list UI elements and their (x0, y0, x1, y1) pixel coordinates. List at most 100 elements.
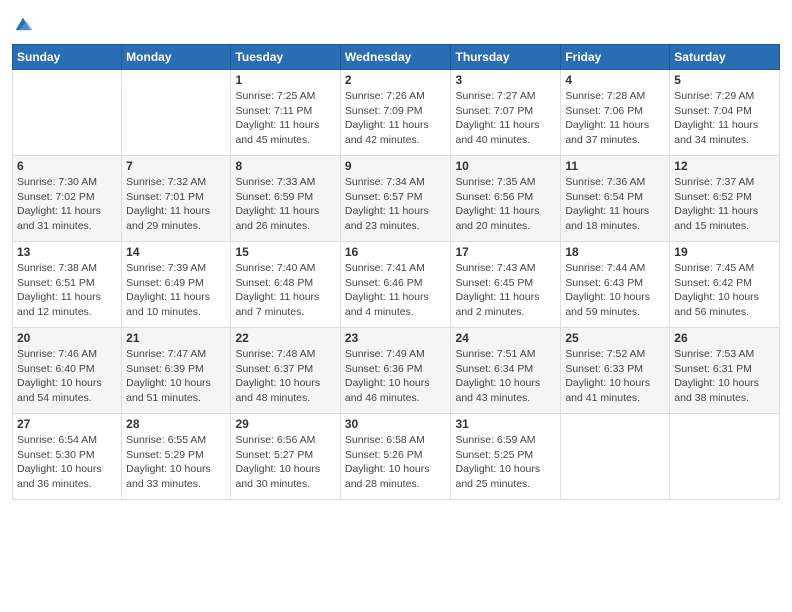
day-info: Sunrise: 6:58 AMSunset: 5:26 PMDaylight:… (345, 433, 447, 492)
day-number: 17 (455, 245, 556, 259)
day-info: Sunrise: 7:41 AMSunset: 6:46 PMDaylight:… (345, 261, 447, 320)
day-number: 8 (235, 159, 335, 173)
day-number: 19 (674, 245, 775, 259)
calendar-cell: 6 Sunrise: 7:30 AMSunset: 7:02 PMDaylight… (13, 156, 122, 242)
calendar-cell: 2 Sunrise: 7:26 AMSunset: 7:09 PMDaylight… (340, 70, 451, 156)
calendar-cell (13, 70, 122, 156)
day-info: Sunrise: 6:55 AMSunset: 5:29 PMDaylight:… (126, 433, 226, 492)
day-header-monday: Monday (122, 45, 231, 70)
day-info: Sunrise: 7:51 AMSunset: 6:34 PMDaylight:… (455, 347, 556, 406)
calendar-body: 1 Sunrise: 7:25 AMSunset: 7:11 PMDaylight… (13, 70, 780, 500)
calendar-cell: 25 Sunrise: 7:52 AMSunset: 6:33 PMDayligh… (561, 328, 670, 414)
logo (12, 14, 38, 36)
calendar-cell (122, 70, 231, 156)
day-number: 5 (674, 73, 775, 87)
day-number: 10 (455, 159, 556, 173)
calendar-cell: 12Sunrise: 7:37 AMSunset: 6:52 PMDayligh… (670, 156, 780, 242)
day-info: Sunrise: 7:48 AMSunset: 6:37 PMDaylight:… (235, 347, 335, 406)
week-row-5: 27 Sunrise: 6:54 AMSunset: 5:30 PMDayligh… (13, 414, 780, 500)
day-number: 29 (235, 417, 335, 431)
page-container: SundayMondayTuesdayWednesdayThursdayFrid… (0, 0, 792, 612)
day-number: 25 (565, 331, 665, 345)
day-info: Sunrise: 7:33 AMSunset: 6:59 PMDaylight:… (235, 175, 335, 234)
header-row: SundayMondayTuesdayWednesdayThursdayFrid… (13, 45, 780, 70)
calendar-cell (670, 414, 780, 500)
day-number: 9 (345, 159, 447, 173)
day-number: 31 (455, 417, 556, 431)
calendar-cell: 21Sunrise: 7:47 AMSunset: 6:39 PMDayligh… (122, 328, 231, 414)
day-number: 6 (17, 159, 117, 173)
calendar-cell: 4 Sunrise: 7:28 AMSunset: 7:06 PMDaylight… (561, 70, 670, 156)
calendar-cell: 23Sunrise: 7:49 AMSunset: 6:36 PMDayligh… (340, 328, 451, 414)
day-number: 4 (565, 73, 665, 87)
day-info: Sunrise: 7:40 AMSunset: 6:48 PMDaylight:… (235, 261, 335, 320)
day-header-sunday: Sunday (13, 45, 122, 70)
day-number: 27 (17, 417, 117, 431)
day-info: Sunrise: 6:54 AMSunset: 5:30 PMDaylight:… (17, 433, 117, 492)
calendar-cell: 31 Sunrise: 6:59 AMSunset: 5:25 PMDayligh… (451, 414, 561, 500)
day-info: Sunrise: 7:35 AMSunset: 6:56 PMDaylight:… (455, 175, 556, 234)
day-info: Sunrise: 7:38 AMSunset: 6:51 PMDaylight:… (17, 261, 117, 320)
day-info: Sunrise: 7:36 AMSunset: 6:54 PMDaylight:… (565, 175, 665, 234)
day-number: 22 (235, 331, 335, 345)
day-info: Sunrise: 7:34 AMSunset: 6:57 PMDaylight:… (345, 175, 447, 234)
day-info: Sunrise: 7:44 AMSunset: 6:43 PMDaylight:… (565, 261, 665, 320)
calendar-cell: 24Sunrise: 7:51 AMSunset: 6:34 PMDayligh… (451, 328, 561, 414)
day-info: Sunrise: 7:45 AMSunset: 6:42 PMDaylight:… (674, 261, 775, 320)
day-info: Sunrise: 7:26 AMSunset: 7:09 PMDaylight:… (345, 89, 447, 148)
calendar-cell: 22 Sunrise: 7:48 AMSunset: 6:37 PMDayligh… (231, 328, 340, 414)
day-number: 26 (674, 331, 775, 345)
calendar-cell: 28Sunrise: 6:55 AMSunset: 5:29 PMDayligh… (122, 414, 231, 500)
day-number: 3 (455, 73, 556, 87)
day-number: 30 (345, 417, 447, 431)
day-info: Sunrise: 7:52 AMSunset: 6:33 PMDaylight:… (565, 347, 665, 406)
calendar-cell: 19 Sunrise: 7:45 AMSunset: 6:42 PMDayligh… (670, 242, 780, 328)
calendar-cell: 18 Sunrise: 7:44 AMSunset: 6:43 PMDayligh… (561, 242, 670, 328)
day-info: Sunrise: 7:47 AMSunset: 6:39 PMDaylight:… (126, 347, 226, 406)
calendar-cell: 11 Sunrise: 7:36 AMSunset: 6:54 PMDayligh… (561, 156, 670, 242)
calendar-cell: 20 Sunrise: 7:46 AMSunset: 6:40 PMDayligh… (13, 328, 122, 414)
calendar-cell: 5 Sunrise: 7:29 AMSunset: 7:04 PMDaylight… (670, 70, 780, 156)
calendar-cell: 16 Sunrise: 7:41 AMSunset: 6:46 PMDayligh… (340, 242, 451, 328)
day-info: Sunrise: 7:53 AMSunset: 6:31 PMDaylight:… (674, 347, 775, 406)
header (12, 10, 780, 36)
week-row-3: 13Sunrise: 7:38 AMSunset: 6:51 PMDayligh… (13, 242, 780, 328)
day-info: Sunrise: 6:59 AMSunset: 5:25 PMDaylight:… (455, 433, 556, 492)
day-number: 20 (17, 331, 117, 345)
day-header-wednesday: Wednesday (340, 45, 451, 70)
calendar-cell: 9 Sunrise: 7:34 AMSunset: 6:57 PMDaylight… (340, 156, 451, 242)
calendar-cell: 8 Sunrise: 7:33 AMSunset: 6:59 PMDaylight… (231, 156, 340, 242)
calendar-cell: 13Sunrise: 7:38 AMSunset: 6:51 PMDayligh… (13, 242, 122, 328)
day-header-saturday: Saturday (670, 45, 780, 70)
day-info: Sunrise: 7:27 AMSunset: 7:07 PMDaylight:… (455, 89, 556, 148)
day-info: Sunrise: 7:30 AMSunset: 7:02 PMDaylight:… (17, 175, 117, 234)
week-row-4: 20 Sunrise: 7:46 AMSunset: 6:40 PMDayligh… (13, 328, 780, 414)
calendar-cell: 15 Sunrise: 7:40 AMSunset: 6:48 PMDayligh… (231, 242, 340, 328)
day-number: 2 (345, 73, 447, 87)
day-info: Sunrise: 7:25 AMSunset: 7:11 PMDaylight:… (235, 89, 335, 148)
calendar-cell: 30 Sunrise: 6:58 AMSunset: 5:26 PMDayligh… (340, 414, 451, 500)
calendar-header: SundayMondayTuesdayWednesdayThursdayFrid… (13, 45, 780, 70)
calendar-cell: 29Sunrise: 6:56 AMSunset: 5:27 PMDayligh… (231, 414, 340, 500)
calendar-cell: 14 Sunrise: 7:39 AMSunset: 6:49 PMDayligh… (122, 242, 231, 328)
day-number: 14 (126, 245, 226, 259)
day-number: 15 (235, 245, 335, 259)
day-number: 18 (565, 245, 665, 259)
day-info: Sunrise: 7:46 AMSunset: 6:40 PMDaylight:… (17, 347, 117, 406)
calendar-table: SundayMondayTuesdayWednesdayThursdayFrid… (12, 44, 780, 500)
calendar-cell: 27 Sunrise: 6:54 AMSunset: 5:30 PMDayligh… (13, 414, 122, 500)
calendar-cell: 7Sunrise: 7:32 AMSunset: 7:01 PMDaylight… (122, 156, 231, 242)
calendar-cell (561, 414, 670, 500)
day-info: Sunrise: 7:49 AMSunset: 6:36 PMDaylight:… (345, 347, 447, 406)
day-info: Sunrise: 7:39 AMSunset: 6:49 PMDaylight:… (126, 261, 226, 320)
calendar-cell: 26 Sunrise: 7:53 AMSunset: 6:31 PMDayligh… (670, 328, 780, 414)
calendar-cell: 3 Sunrise: 7:27 AMSunset: 7:07 PMDaylight… (451, 70, 561, 156)
day-info: Sunrise: 7:29 AMSunset: 7:04 PMDaylight:… (674, 89, 775, 148)
logo-icon (12, 14, 34, 36)
day-number: 11 (565, 159, 665, 173)
week-row-2: 6 Sunrise: 7:30 AMSunset: 7:02 PMDaylight… (13, 156, 780, 242)
day-number: 7 (126, 159, 226, 173)
day-number: 1 (235, 73, 335, 87)
day-number: 16 (345, 245, 447, 259)
day-info: Sunrise: 7:28 AMSunset: 7:06 PMDaylight:… (565, 89, 665, 148)
